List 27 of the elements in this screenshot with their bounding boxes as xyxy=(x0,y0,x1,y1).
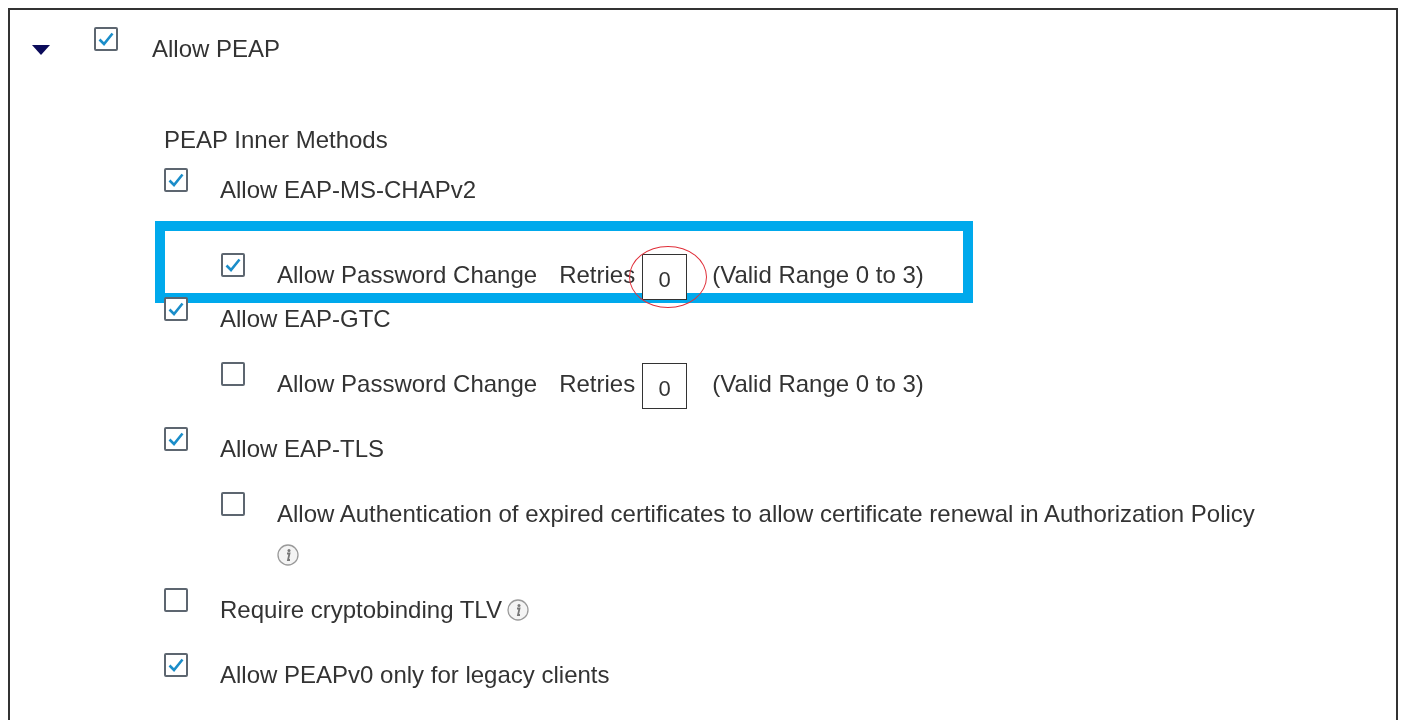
retries-field[interactable]: 0 xyxy=(642,254,688,300)
option-label: Allow Password Change xyxy=(277,260,538,288)
option-label: Allow EAP-TLS xyxy=(220,434,385,462)
checkbox[interactable] xyxy=(164,427,188,451)
option-label: Allow PEAPv0 only for legacy clients xyxy=(220,660,610,688)
option-label: Require cryptobinding TLV xyxy=(220,595,502,623)
info-icon[interactable] xyxy=(277,544,299,566)
range-hint: (Valid Range 0 to 3) xyxy=(712,369,924,397)
option-label: Allow Password Change xyxy=(277,369,538,397)
retries-field[interactable]: 0 xyxy=(642,363,688,409)
range-hint: (Valid Range 0 to 3) xyxy=(712,260,924,288)
checkbox[interactable] xyxy=(164,168,188,192)
checkbox[interactable] xyxy=(221,362,245,386)
info-icon[interactable] xyxy=(506,599,529,621)
checkbox[interactable] xyxy=(164,297,188,321)
option-label: Allow EAP-MS-CHAPv2 xyxy=(220,175,477,203)
retries-label: Retries xyxy=(559,369,636,397)
checkbox[interactable] xyxy=(94,27,118,51)
option-label: Allow PEAP xyxy=(152,36,281,62)
collapse-arrow-icon[interactable] xyxy=(32,45,50,55)
option-label: Allow EAP-GTC xyxy=(220,304,391,332)
section-heading: PEAP Inner Methods xyxy=(164,127,388,153)
checkbox[interactable] xyxy=(221,253,245,277)
checkbox[interactable] xyxy=(164,588,188,612)
checkbox[interactable] xyxy=(164,653,188,677)
checkbox[interactable] xyxy=(221,492,245,516)
option-label: Allow Authentication of expired certificates to allow certificate renewal in Authorization Policy xyxy=(277,499,1255,527)
